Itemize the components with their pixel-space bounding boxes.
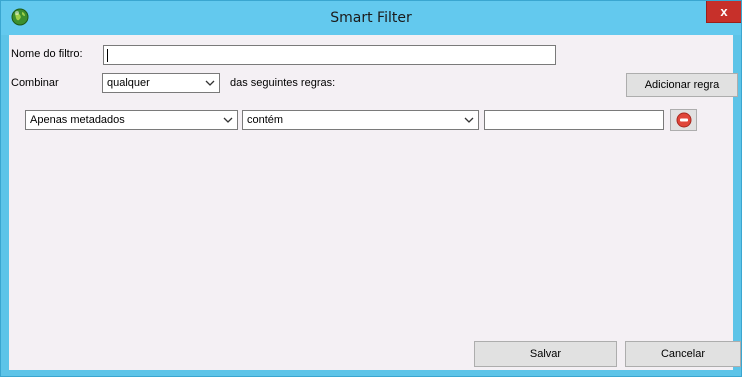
close-button[interactable]: x: [706, 1, 741, 23]
remove-rule-button[interactable]: [670, 109, 697, 131]
rule-operator-value: contém: [247, 114, 284, 126]
rule-field-value: Apenas metadados: [30, 114, 125, 126]
filter-name-input[interactable]: [103, 45, 556, 65]
filter-name-label: Nome do filtro:: [11, 48, 83, 60]
window-title: Smart Filter: [330, 10, 412, 26]
combine-label: Combinar: [11, 77, 59, 89]
combine-suffix-label: das seguintes regras:: [230, 77, 336, 89]
rule-operator-select[interactable]: contém: [242, 110, 479, 130]
chevron-down-icon: [205, 80, 215, 86]
combine-select-value: qualquer: [107, 77, 150, 89]
chevron-down-icon: [223, 117, 233, 123]
chevron-down-icon: [464, 117, 474, 123]
rule-value-input[interactable]: [484, 110, 664, 130]
close-icon: x: [720, 4, 728, 19]
add-rule-button[interactable]: Adicionar regra: [626, 73, 738, 97]
minus-circle-icon: [676, 112, 691, 128]
combine-select[interactable]: qualquer: [102, 73, 220, 93]
smart-filter-window: Smart Filter x Nome do filtro: Combinar …: [0, 0, 742, 377]
title-bar[interactable]: Smart Filter x: [1, 1, 741, 35]
dialog-body: Nome do filtro: Combinar qualquer das se…: [9, 35, 741, 370]
rule-field-select[interactable]: Apenas metadados: [25, 110, 238, 130]
save-button[interactable]: Salvar: [474, 341, 617, 367]
cancel-button[interactable]: Cancelar: [625, 341, 741, 367]
text-caret: [107, 49, 108, 62]
